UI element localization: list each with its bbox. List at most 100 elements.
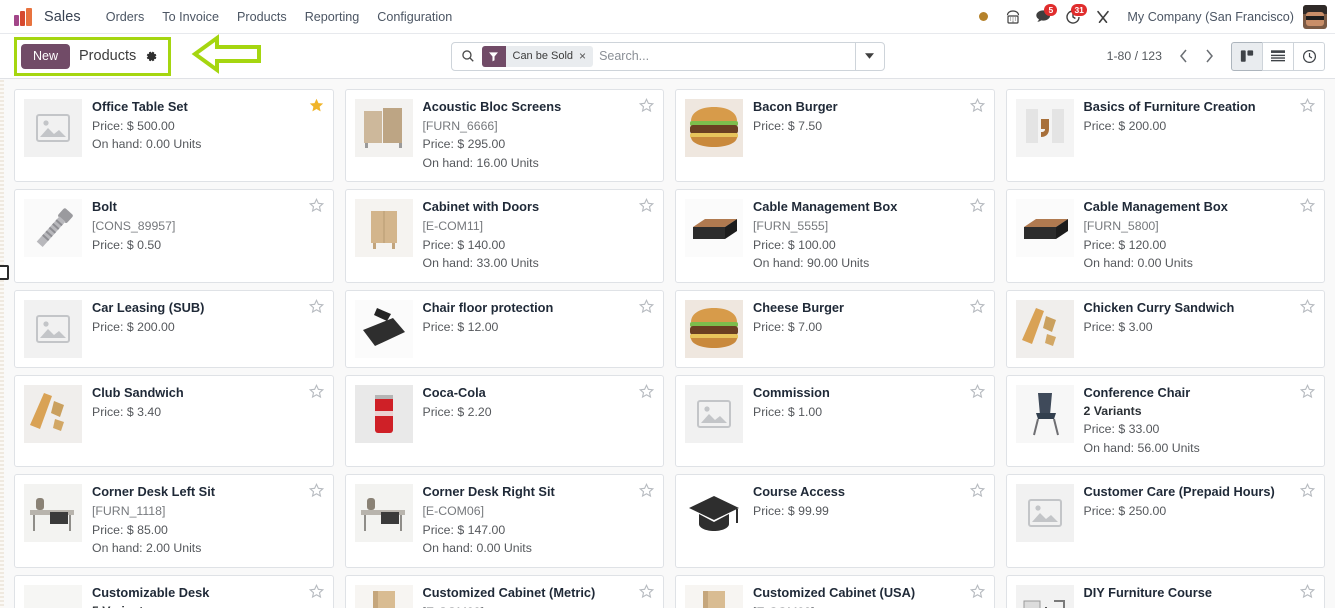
product-card[interactable]: Customizable Desk 5 Variants — [14, 574, 334, 608]
facet-remove-icon[interactable]: × — [579, 50, 593, 62]
favorite-star-outline-icon[interactable] — [969, 198, 985, 216]
product-internal-reference: [E-COM06] — [422, 504, 485, 519]
product-card[interactable]: Basics of Furniture Creation Price: $ 200… — [1005, 89, 1325, 183]
product-card[interactable]: Customized Cabinet (USA) [E-COM09] — [675, 574, 995, 608]
product-card[interactable]: Customer Care (Prepaid Hours) Price: $ 25… — [1005, 474, 1325, 568]
product-image — [24, 584, 82, 608]
voip-phone-icon[interactable] — [998, 2, 1028, 32]
favorite-star-outline-icon[interactable] — [308, 583, 324, 602]
favorite-star-outline-icon[interactable] — [308, 298, 324, 317]
product-card[interactable]: Chair floor protection Price: $ 12.00 — [344, 289, 664, 368]
favorite-star-outline-icon[interactable] — [638, 198, 655, 216]
pager-range[interactable]: 1-80 / 123 — [1107, 49, 1162, 63]
product-card[interactable]: Chicken Curry Sandwich Price: $ 3.00 — [1005, 289, 1325, 368]
pager-next-button[interactable] — [1196, 43, 1222, 69]
product-card[interactable]: Customized Cabinet (Metric) [E-COM09] — [344, 574, 664, 608]
product-card[interactable]: Car Leasing (SUB) Price: $ 200.00 — [14, 289, 334, 368]
odoo-bars-logo[interactable] — [14, 7, 34, 26]
favorite-star-outline-icon[interactable] — [638, 97, 655, 116]
product-card[interactable]: Cheese Burger Price: $ 7.00 — [675, 289, 995, 368]
product-name: Cable Management Box — [1083, 199, 1228, 215]
favorite-star-outline-icon[interactable] — [969, 583, 985, 602]
product-card-body: Course Access Price: $ 99.99 — [753, 484, 984, 557]
product-card-body: Cable Management Box [FURN_5800] Price: $ … — [1084, 199, 1315, 272]
product-image — [685, 299, 743, 358]
app-name[interactable]: Sales — [44, 9, 81, 25]
product-card[interactable]: Cable Management Box [FURN_5555] Price: $ … — [675, 189, 995, 283]
search-facet-can-be-sold[interactable]: Can be Sold × — [481, 45, 594, 67]
favorite-star-outline-icon[interactable] — [308, 483, 324, 501]
activities-clock-icon[interactable]: 31 — [1058, 2, 1088, 32]
menu-products[interactable]: Products — [228, 6, 296, 28]
favorite-star-outline-icon[interactable] — [308, 198, 324, 216]
view-switcher-list[interactable] — [1262, 41, 1294, 71]
favorite-star-outline-icon[interactable] — [638, 483, 655, 501]
product-on-hand: On hand: 33.00 Units — [422, 256, 539, 271]
menu-configuration[interactable]: Configuration — [368, 6, 461, 28]
favorite-star-outline-icon[interactable] — [969, 483, 985, 501]
menu-orders[interactable]: Orders — [97, 6, 154, 28]
product-card[interactable]: Bolt [CONS_89957] Price: $ 0.50 — [14, 189, 334, 283]
favorite-star-outline-icon[interactable] — [969, 298, 985, 317]
product-card[interactable]: Cabinet with Doors [E-COM11] Price: $ 140.… — [344, 189, 664, 283]
favorite-star-outline-icon[interactable] — [969, 97, 985, 116]
product-card-body: Chair floor protection Price: $ 12.00 — [423, 300, 654, 358]
favorite-star-outline-icon[interactable] — [1299, 298, 1316, 317]
menu-reporting[interactable]: Reporting — [296, 6, 369, 28]
product-image — [685, 484, 743, 543]
favorite-star-outline-icon[interactable] — [1299, 383, 1316, 402]
product-card[interactable]: Conference Chair 2 Variants Price: $ 33.00… — [1005, 374, 1325, 468]
favorite-star-outline-icon[interactable] — [1299, 97, 1316, 116]
product-price: Price: $ 3.40 — [92, 404, 162, 419]
favorite-star-filled-icon[interactable] — [309, 98, 324, 116]
product-card[interactable]: Acoustic Bloc Screens [FURN_6666] Price: $… — [344, 89, 664, 183]
product-price: Price: $ 200.00 — [92, 319, 175, 334]
favorite-star-outline-icon[interactable] — [638, 583, 655, 602]
product-price: Price: $ 120.00 — [1083, 237, 1167, 252]
view-switcher-activity[interactable] — [1293, 41, 1325, 71]
product-card[interactable]: Course Access Price: $ 99.99 — [675, 474, 995, 568]
product-card[interactable]: Office Table Set Price: $ 500.00 On hand: … — [14, 89, 334, 183]
sidebar-toggle-handle[interactable] — [0, 265, 9, 280]
product-price: Price: $ 7.50 — [753, 118, 823, 133]
top-navbar: Sales Orders To Invoice Products Reporti… — [0, 0, 1335, 34]
messages-badge: 5 — [1044, 3, 1058, 16]
product-card[interactable]: Corner Desk Left Sit [FURN_1118] Price: $ … — [14, 474, 334, 568]
product-image — [354, 484, 413, 543]
left-edge-strip — [0, 80, 4, 608]
product-image — [685, 99, 743, 157]
favorite-star-outline-icon[interactable] — [638, 383, 655, 402]
product-image — [24, 199, 82, 258]
favorite-star-outline-icon[interactable] — [969, 383, 985, 402]
product-card[interactable]: Commission Price: $ 1.00 — [675, 374, 995, 468]
favorite-star-outline-icon[interactable] — [308, 383, 324, 402]
product-name: Chair floor protection — [422, 299, 554, 315]
product-card[interactable]: Corner Desk Right Sit [E-COM06] Price: $ 1… — [344, 474, 664, 568]
searchbar[interactable]: Can be Sold × — [450, 41, 885, 71]
search-input[interactable] — [599, 42, 855, 70]
pager-previous-button[interactable] — [1170, 43, 1196, 69]
favorite-star-outline-icon[interactable] — [1299, 483, 1316, 501]
product-card[interactable]: DIY Furniture Course — [1005, 574, 1325, 608]
filter-funnel-icon — [481, 45, 506, 67]
product-name: Cabinet with Doors — [422, 199, 540, 215]
favorite-star-outline-icon[interactable] — [1299, 198, 1316, 216]
user-avatar[interactable] — [1303, 4, 1327, 29]
menu-to-invoice[interactable]: To Invoice — [153, 6, 228, 28]
view-switcher-kanban[interactable] — [1231, 41, 1263, 71]
presence-dot-icon[interactable] — [968, 2, 998, 32]
favorite-star-outline-icon[interactable] — [638, 298, 655, 317]
product-card[interactable]: Club Sandwich Price: $ 3.40 — [14, 374, 334, 468]
gear-icon[interactable] — [145, 50, 158, 63]
product-card[interactable]: Cable Management Box [FURN_5800] Price: $ … — [1005, 189, 1325, 283]
new-button[interactable]: New — [21, 43, 71, 69]
messages-chat-icon[interactable]: 5 — [1028, 2, 1058, 32]
search-dropdown-toggle[interactable] — [854, 42, 884, 70]
favorite-star-outline-icon[interactable] — [1299, 583, 1316, 602]
product-card-body: Commission Price: $ 1.00 — [753, 385, 984, 458]
debug-tools-icon[interactable] — [1088, 2, 1118, 32]
product-card[interactable]: Bacon Burger Price: $ 7.50 — [675, 89, 995, 183]
company-selector[interactable]: My Company (San Francisco) — [1118, 10, 1303, 24]
kanban-scroll-area[interactable]: Office Table Set Price: $ 500.00 On hand: … — [0, 80, 1335, 608]
product-card[interactable]: Coca-Cola Price: $ 2.20 — [344, 374, 664, 468]
